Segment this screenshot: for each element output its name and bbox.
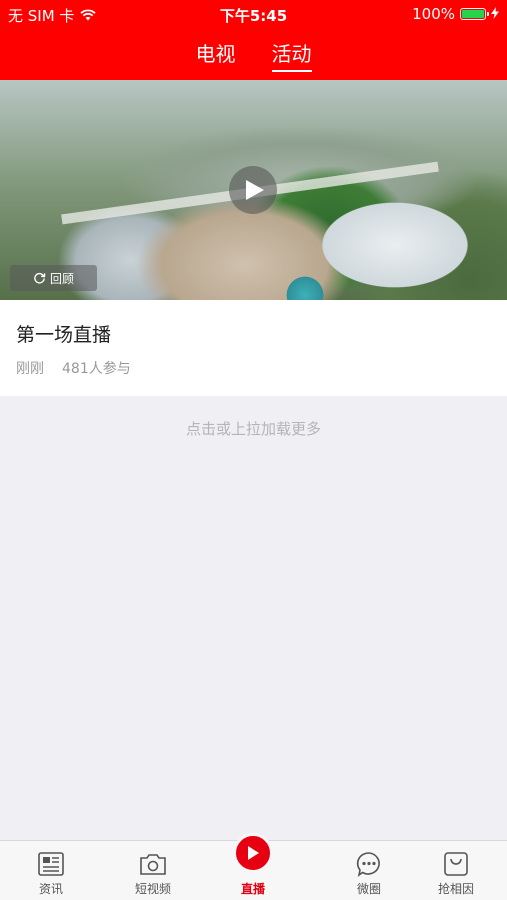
tab-live-label: 直播 (240, 882, 265, 896)
tab-circle-label: 微圈 (356, 882, 381, 896)
live-title: 第一场直播 (16, 324, 112, 346)
tab-short-video[interactable]: 短视频 (113, 841, 193, 900)
news-icon (37, 851, 65, 877)
tab-short-video-label: 短视频 (134, 882, 171, 896)
replay-badge: 回顾 (10, 265, 97, 291)
tab-shop-label: 抢相因 (437, 882, 474, 896)
live-play-icon (233, 833, 273, 873)
replay-label: 回顾 (49, 271, 74, 286)
refresh-icon (34, 272, 46, 284)
live-item-card[interactable]: 第一场直播 刚刚 481人参与 (0, 300, 507, 396)
status-right: 100% (412, 5, 499, 23)
tab-news-label: 资讯 (38, 882, 63, 896)
chat-bubble-icon (355, 851, 383, 877)
tab-tv[interactable]: 电视 (196, 28, 236, 80)
play-icon (246, 180, 264, 200)
battery-icon (460, 8, 489, 20)
live-meta: 刚刚 481人参与 (16, 358, 131, 378)
tab-live[interactable]: 直播 (213, 833, 293, 900)
bottom-tab-bar: 资讯 短视频 直播 微圈 抢相因 (0, 833, 507, 900)
tab-circle[interactable]: 微圈 (329, 841, 409, 900)
live-participants: 481人参与 (62, 361, 131, 377)
live-time: 刚刚 (16, 361, 44, 377)
status-bar: 无 SIM 卡 下午5:45 100% (0, 0, 507, 28)
camera-icon (139, 851, 167, 877)
battery-fill (462, 10, 484, 18)
tab-news[interactable]: 资讯 (11, 841, 91, 900)
charging-icon (491, 5, 499, 23)
shopping-bag-icon (442, 851, 470, 877)
play-button[interactable] (229, 166, 277, 214)
tab-activity[interactable]: 活动 (271, 28, 312, 80)
tab-shop[interactable]: 抢相因 (416, 841, 496, 900)
top-tab-bar: 电视 活动 (0, 28, 507, 80)
battery-percent: 100% (412, 5, 455, 23)
load-more-button[interactable]: 点击或上拉加载更多 (0, 418, 507, 439)
